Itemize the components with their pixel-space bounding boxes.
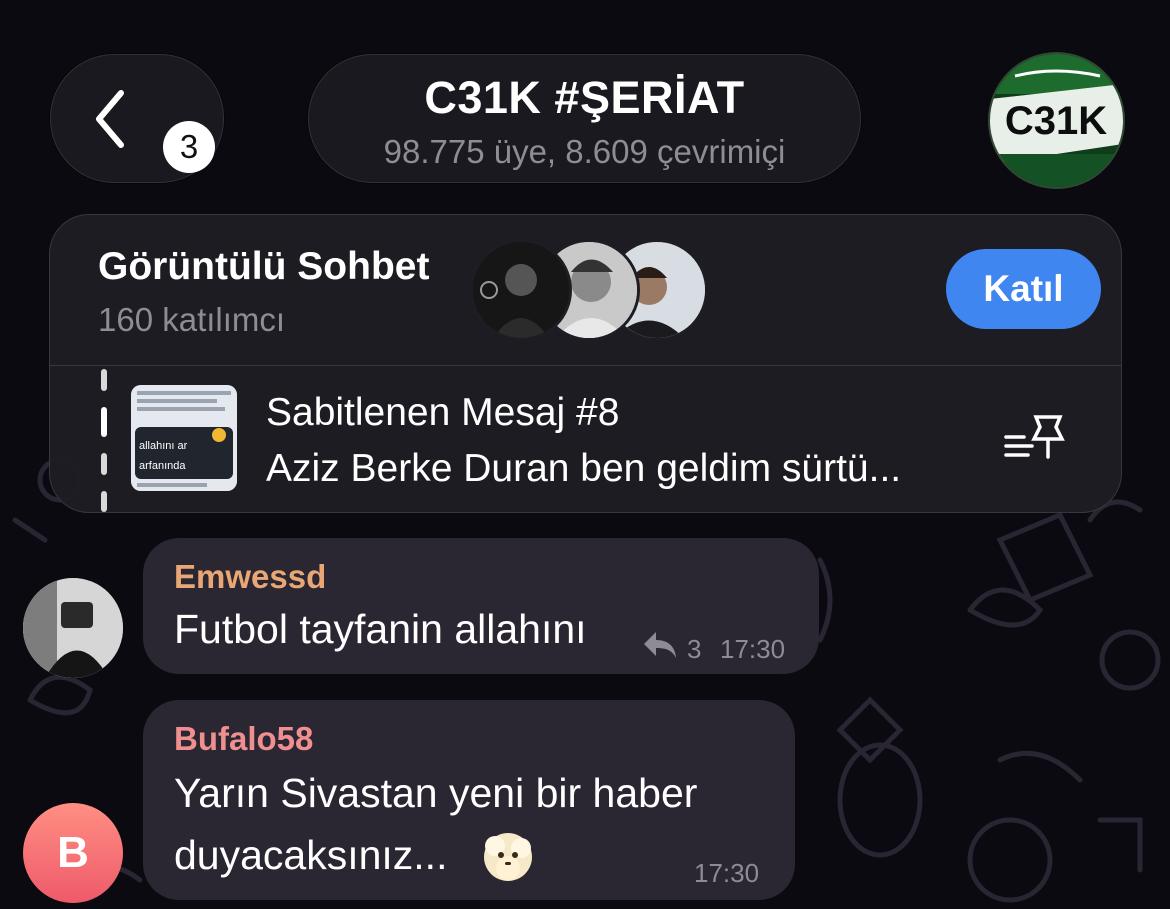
pinned-list-icon[interactable] — [1002, 413, 1068, 463]
pinned-message-thumbnail[interactable]: allahını ar arfanında — [131, 385, 237, 491]
join-video-chat-button[interactable]: Katıl — [946, 249, 1101, 329]
unread-count-badge: 3 — [163, 121, 215, 173]
chat-title: C31K #ŞERİAT — [424, 72, 745, 123]
chat-member-count: 98.775 üye, 8.609 çevrimiçi — [383, 133, 786, 170]
participant-avatar — [470, 239, 572, 341]
pinned-indicator — [101, 369, 107, 512]
panel-divider — [50, 365, 1121, 366]
chevron-left-icon — [96, 90, 124, 148]
sender-avatar[interactable] — [23, 578, 123, 678]
reply-count[interactable]: 3 — [687, 634, 701, 665]
group-avatar-text: C31K — [1005, 99, 1107, 143]
reply-icon — [644, 632, 676, 658]
thumbnail-text: arfanında — [139, 460, 186, 472]
pinned-message-title[interactable]: Sabitlenen Mesaj #8 — [266, 391, 619, 435]
thumbnail-text: allahını ar — [139, 440, 188, 452]
chat-header[interactable]: C31K #ŞERİAT 98.775 üye, 8.609 çevrimiçi — [308, 54, 861, 183]
message-text-line: Yarın Sivastan yeni bir haber — [174, 770, 698, 816]
message-sender[interactable]: Emwessd — [174, 558, 326, 596]
message-time: 17:30 — [694, 858, 760, 888]
group-avatar-image: C31K — [990, 54, 1123, 187]
group-avatar[interactable]: C31K — [988, 52, 1125, 189]
pinned-message-text[interactable]: Aziz Berke Duran ben geldim sürtü... — [266, 447, 901, 491]
message-bubble[interactable]: Bufalo58 Yarın Sivastan yeni bir haber d… — [143, 700, 795, 900]
back-button[interactable]: 3 — [50, 54, 224, 183]
message-text: Futbol tayfanin allahını — [174, 606, 587, 652]
message-time: 17:30 — [720, 634, 786, 664]
message-bubble[interactable]: Emwessd Futbol tayfanin allahını 3 17:30 — [143, 538, 819, 674]
video-chat-title: Görüntülü Sohbet — [98, 245, 430, 288]
message-text-line: duyacaksınız... — [174, 832, 448, 878]
participant-avatars — [470, 239, 710, 341]
sender-avatar[interactable]: B — [23, 803, 123, 903]
dizzy-face-emoji-icon — [484, 833, 532, 881]
video-chat-participants: 160 katılımcı — [98, 301, 286, 338]
pinned-panel: Görüntülü Sohbet 160 katılımcı Katıl all… — [49, 214, 1122, 513]
message-sender[interactable]: Bufalo58 — [174, 720, 313, 758]
